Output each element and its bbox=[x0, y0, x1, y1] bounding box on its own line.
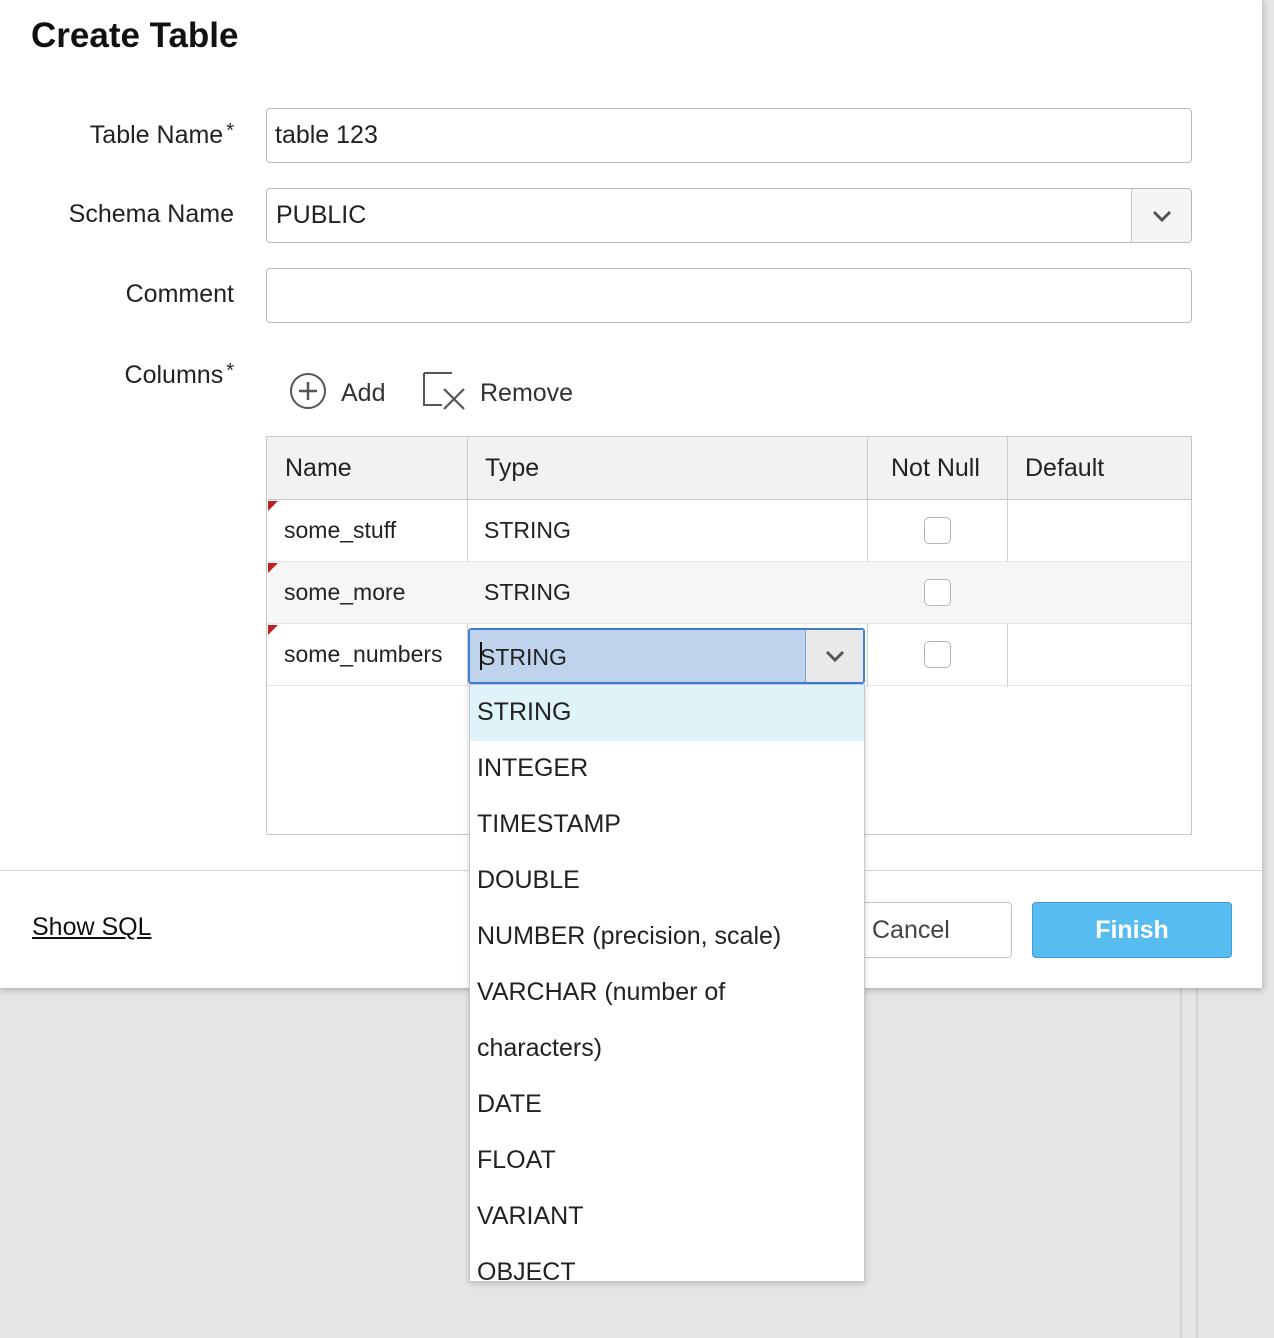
header-default[interactable]: Default bbox=[1025, 454, 1104, 483]
comment-label: Comment bbox=[125, 280, 234, 308]
add-label: Add bbox=[341, 378, 386, 407]
header-not-null[interactable]: Not Null bbox=[891, 454, 980, 483]
not-null-checkbox[interactable] bbox=[924, 517, 951, 544]
grid-header: Name Type Not Null Default bbox=[267, 437, 1191, 500]
table-name-label-text: Table Name bbox=[89, 121, 224, 149]
table-name-input[interactable] bbox=[266, 108, 1192, 163]
option-integer[interactable]: INTEGER bbox=[470, 741, 864, 797]
column-type-cell[interactable]: STRING bbox=[484, 579, 571, 606]
dialog-title: Create Table bbox=[31, 16, 239, 55]
chevron-down-icon[interactable] bbox=[1131, 189, 1191, 242]
type-select-editor[interactable]: STRING bbox=[468, 628, 865, 684]
schema-name-select[interactable]: PUBLIC bbox=[266, 188, 1192, 243]
type-options-list: STRING INTEGER TIMESTAMP DOUBLE NUMBER (… bbox=[469, 684, 865, 1282]
plus-circle-icon bbox=[289, 372, 327, 415]
show-sql-link[interactable]: Show SQL bbox=[32, 913, 152, 942]
required-marker: * bbox=[226, 360, 234, 382]
required-marker: * bbox=[226, 120, 234, 142]
option-date[interactable]: DATE bbox=[470, 1077, 864, 1133]
modified-marker bbox=[268, 563, 278, 573]
header-type[interactable]: Type bbox=[485, 454, 539, 483]
columns-label: Columns * bbox=[125, 360, 234, 390]
schema-name-value: PUBLIC bbox=[276, 201, 367, 229]
option-string[interactable]: STRING bbox=[470, 685, 864, 741]
not-null-checkbox[interactable] bbox=[924, 641, 951, 668]
schema-name-label: Schema Name bbox=[68, 200, 234, 228]
modified-marker bbox=[268, 501, 278, 511]
background-divider bbox=[1180, 988, 1182, 1338]
text-caret bbox=[480, 642, 482, 670]
type-select-value[interactable]: STRING bbox=[480, 644, 567, 671]
column-type-cell[interactable]: STRING bbox=[484, 517, 571, 544]
remove-label: Remove bbox=[480, 378, 574, 407]
add-column-button[interactable]: Add bbox=[289, 370, 385, 416]
table-row[interactable]: some_stuff STRING bbox=[267, 500, 1191, 562]
remove-column-button[interactable]: Remove bbox=[422, 370, 573, 416]
option-float[interactable]: FLOAT bbox=[470, 1133, 864, 1189]
table-name-label: Table Name * bbox=[90, 120, 234, 150]
table-row[interactable]: some_more STRING bbox=[267, 562, 1191, 624]
option-varchar[interactable]: VARCHAR (number of bbox=[470, 965, 864, 1021]
chevron-down-icon[interactable] bbox=[805, 630, 863, 682]
option-timestamp[interactable]: TIMESTAMP bbox=[470, 797, 864, 853]
background-divider bbox=[1196, 988, 1198, 1338]
option-variant[interactable]: VARIANT bbox=[470, 1189, 864, 1245]
option-varchar-continued[interactable]: characters) bbox=[470, 1021, 864, 1077]
column-name-cell[interactable]: some_more bbox=[284, 579, 405, 606]
column-name-cell[interactable]: some_stuff bbox=[284, 517, 396, 544]
remove-icon bbox=[422, 371, 466, 416]
finish-button[interactable]: Finish bbox=[1032, 902, 1232, 958]
option-number[interactable]: NUMBER (precision, scale) bbox=[470, 909, 864, 965]
columns-label-text: Columns bbox=[124, 361, 224, 389]
not-null-checkbox[interactable] bbox=[924, 579, 951, 606]
option-double[interactable]: DOUBLE bbox=[470, 853, 864, 909]
header-name[interactable]: Name bbox=[285, 454, 352, 483]
modified-marker bbox=[268, 625, 278, 635]
column-name-cell[interactable]: some_numbers bbox=[284, 641, 443, 668]
option-object[interactable]: OBJECT bbox=[470, 1245, 864, 1281]
comment-input[interactable] bbox=[266, 268, 1192, 323]
